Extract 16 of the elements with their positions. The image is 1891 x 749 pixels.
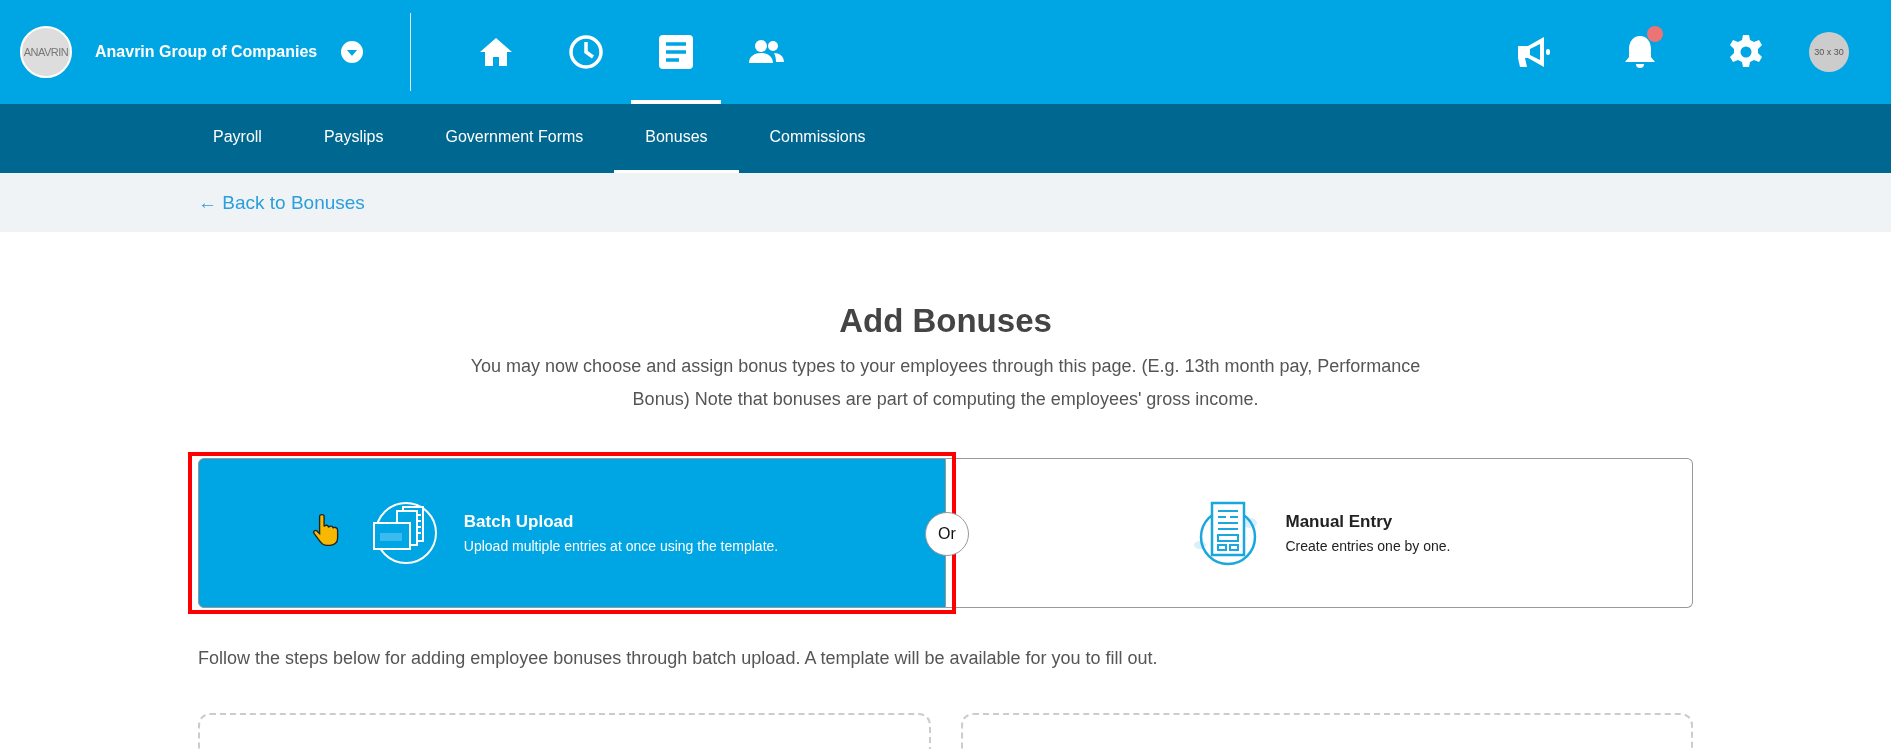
company-logo: ANAVRIN bbox=[20, 26, 72, 78]
option-title: Batch Upload bbox=[463, 512, 575, 532]
company-name: Anavrin Group of Companies bbox=[95, 43, 318, 61]
nav-tab[interactable]: Payroll bbox=[182, 104, 293, 173]
option-subtitle: Create entries one by one. bbox=[1285, 538, 1451, 554]
dropdown-icon[interactable] bbox=[340, 40, 365, 64]
nav-tab[interactable]: Commissions bbox=[738, 104, 897, 173]
option-subtitle: Upload multiple entries at once using the template. bbox=[463, 538, 779, 554]
nav-tab[interactable]: Payslips bbox=[292, 104, 415, 173]
option-title: Manual Entry bbox=[1285, 512, 1394, 532]
nav-tab[interactable]: Government Forms bbox=[414, 104, 615, 173]
avatar[interactable]: 30 x 30 bbox=[1809, 32, 1849, 72]
cursor-icon bbox=[310, 513, 340, 549]
page-title: Add Bonuses bbox=[838, 302, 1053, 340]
instructions-text: Follow the steps below for adding employee bonuses through batch upload. A template will be available for you to fill out. bbox=[198, 648, 1159, 669]
page-description: You may now choose and assign bonus types to your employees through this page. (E.g. 13th month pay, Performance Bonus) Note that bonuses are part of computing the employees' gross income. bbox=[469, 355, 1422, 411]
